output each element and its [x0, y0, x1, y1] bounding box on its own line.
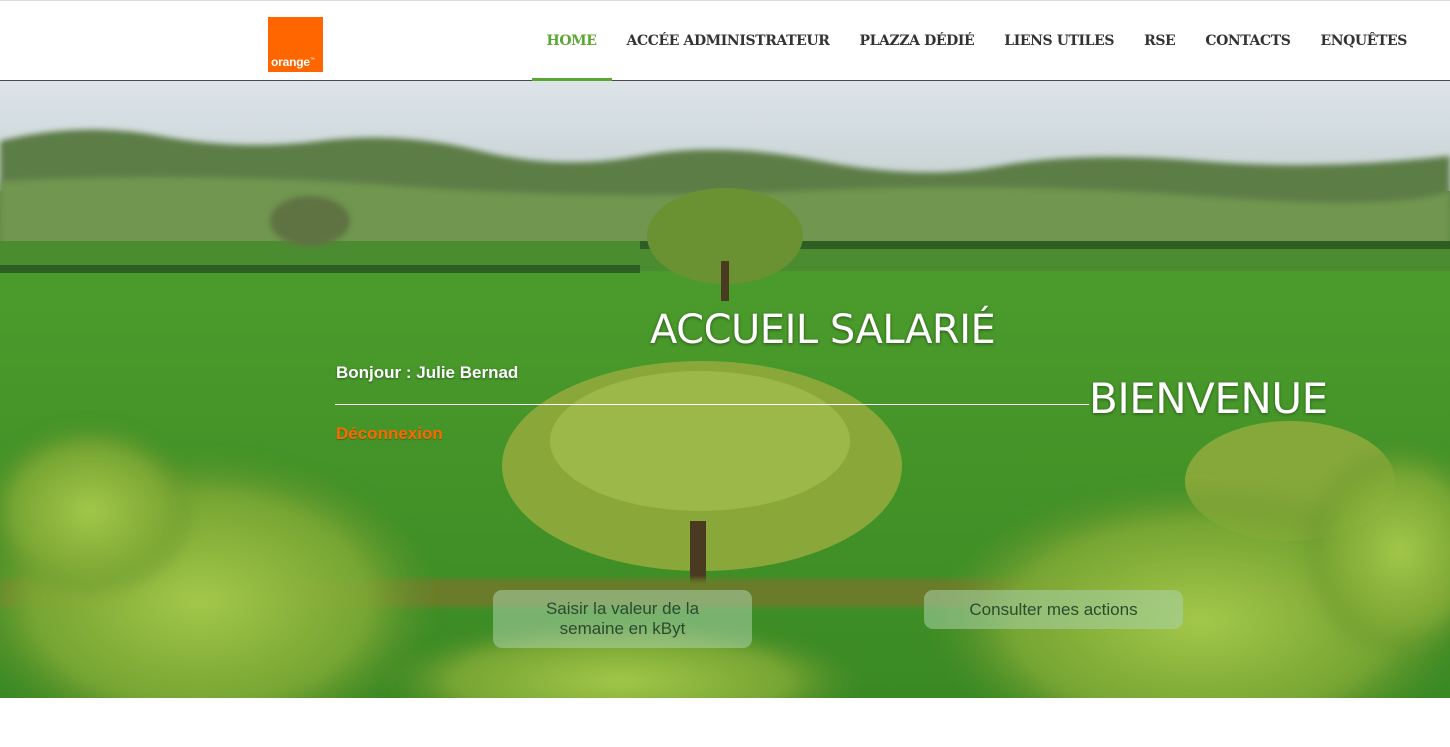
enter-weekly-value-label: Saisir la valeur de la semaine en kByt	[545, 599, 700, 638]
nav-admin-access[interactable]: ACCÉE ADMINISTRATEUR	[612, 1, 845, 81]
welcome-heading: BIENVENUE	[1089, 374, 1328, 423]
nav-home[interactable]: HOME	[531, 1, 612, 81]
logout-link[interactable]: Déconnexion	[336, 424, 443, 444]
logo-text: orange™	[271, 55, 315, 69]
page-title: ACCUEIL SALARIÉ	[650, 307, 996, 353]
nav-plazza[interactable]: PLAZZA DÉDIÉ	[844, 1, 989, 81]
divider-line	[335, 404, 1089, 405]
orange-logo[interactable]: orange™	[268, 17, 323, 72]
user-greeting: Bonjour : Julie Bernad	[336, 363, 519, 382]
top-navbar: orange™ HOME ACCÉE ADMINISTRATEUR PLAZZA…	[0, 0, 1450, 81]
nav-surveys[interactable]: ENQUÊTES	[1305, 1, 1422, 81]
nav-rse[interactable]: RSE	[1129, 1, 1190, 81]
view-my-actions-label: Consulter mes actions	[969, 599, 1138, 619]
view-my-actions-button[interactable]: Consulter mes actions	[924, 590, 1183, 629]
main-menu: HOME ACCÉE ADMINISTRATEUR PLAZZA DÉDIÉ L…	[531, 1, 1422, 81]
enter-weekly-value-button[interactable]: Saisir la valeur de la semaine en kByt	[493, 590, 752, 648]
hero-banner: ACCUEIL SALARIÉ Bonjour : Julie Bernad B…	[0, 81, 1450, 698]
nav-contacts[interactable]: CONTACTS	[1190, 1, 1305, 81]
nav-useful-links[interactable]: LIENS UTILES	[989, 1, 1129, 81]
